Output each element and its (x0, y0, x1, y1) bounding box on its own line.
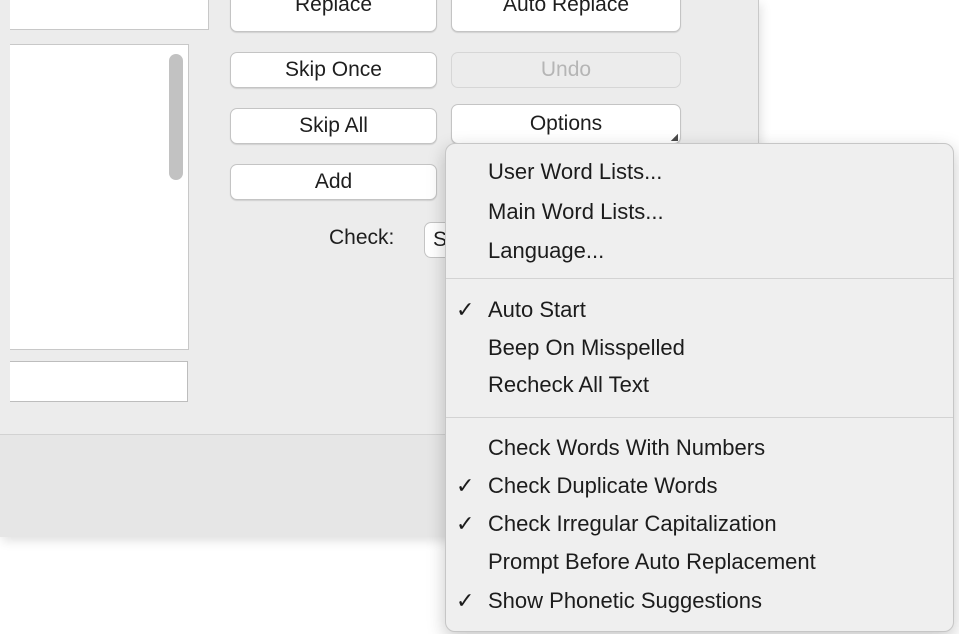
skip-once-button[interactable]: Skip Once (230, 52, 437, 88)
menu-item-label: Recheck All Text (488, 372, 650, 397)
replacement-word-field[interactable] (10, 361, 188, 402)
menu-item-check-irregular-capitalization[interactable]: ✓ Check Irregular Capitalization (446, 505, 953, 543)
checkmark-icon: ✓ (456, 588, 475, 613)
checkmark-icon: ✓ (456, 473, 475, 498)
menu-item-label: Main Word Lists... (488, 199, 664, 224)
menu-item-check-duplicate-words[interactable]: ✓ Check Duplicate Words (446, 467, 953, 505)
menu-item-label: Check Words With Numbers (488, 435, 766, 460)
auto-replace-button-label: Auto Replace (502, 0, 630, 16)
auto-replace-button[interactable]: Auto Replace (451, 0, 681, 32)
checkmark-icon: ✓ (456, 297, 475, 322)
options-button[interactable]: Options (451, 104, 681, 144)
menu-item-user-word-lists[interactable]: User Word Lists... (446, 153, 953, 191)
menu-item-recheck-all-text[interactable]: Recheck All Text (446, 366, 953, 404)
menu-item-label: Check Duplicate Words (488, 473, 718, 498)
skip-all-button-label: Skip All (299, 114, 368, 137)
misspelled-text-field[interactable] (10, 0, 209, 30)
skip-all-button[interactable]: Skip All (230, 108, 437, 144)
screen: Replace Auto Replace Skip Once Undo Skip… (0, 0, 959, 634)
options-button-label: Options (529, 112, 603, 135)
replace-button[interactable]: Replace (230, 0, 437, 32)
menu-item-label: Language... (488, 238, 605, 263)
add-button[interactable]: Add (230, 164, 437, 200)
suggestions-scrollbar[interactable] (169, 54, 183, 180)
menu-item-label: Prompt Before Auto Replacement (488, 549, 816, 574)
suggestions-list[interactable] (10, 44, 189, 350)
undo-button-label: Undo (540, 58, 592, 81)
add-button-label: Add (314, 170, 353, 193)
dropdown-corner-icon (670, 133, 678, 141)
menu-item-show-phonetic-suggestions[interactable]: ✓ Show Phonetic Suggestions (446, 582, 953, 620)
menu-item-label: User Word Lists... (488, 159, 663, 184)
menu-item-check-words-with-numbers[interactable]: Check Words With Numbers (446, 429, 953, 467)
checkmark-icon: ✓ (456, 511, 475, 536)
menu-item-label: Auto Start (488, 297, 586, 322)
menu-separator (446, 417, 953, 418)
replace-button-label: Replace (294, 0, 373, 16)
menu-item-language[interactable]: Language... (446, 232, 953, 270)
undo-button[interactable]: Undo (451, 52, 681, 88)
options-menu: User Word Lists... Main Word Lists... La… (445, 143, 954, 632)
skip-once-button-label: Skip Once (285, 58, 382, 81)
menu-item-label: Show Phonetic Suggestions (488, 588, 762, 613)
menu-item-main-word-lists[interactable]: Main Word Lists... (446, 193, 953, 231)
menu-item-prompt-before-auto-replacement[interactable]: Prompt Before Auto Replacement (446, 543, 953, 581)
menu-item-label: Beep On Misspelled (488, 335, 685, 360)
menu-separator (446, 278, 953, 279)
menu-item-label: Check Irregular Capitalization (488, 511, 777, 536)
menu-item-beep-on-misspelled[interactable]: Beep On Misspelled (446, 329, 953, 367)
menu-item-auto-start[interactable]: ✓ Auto Start (446, 291, 953, 329)
check-label: Check: (329, 226, 395, 249)
